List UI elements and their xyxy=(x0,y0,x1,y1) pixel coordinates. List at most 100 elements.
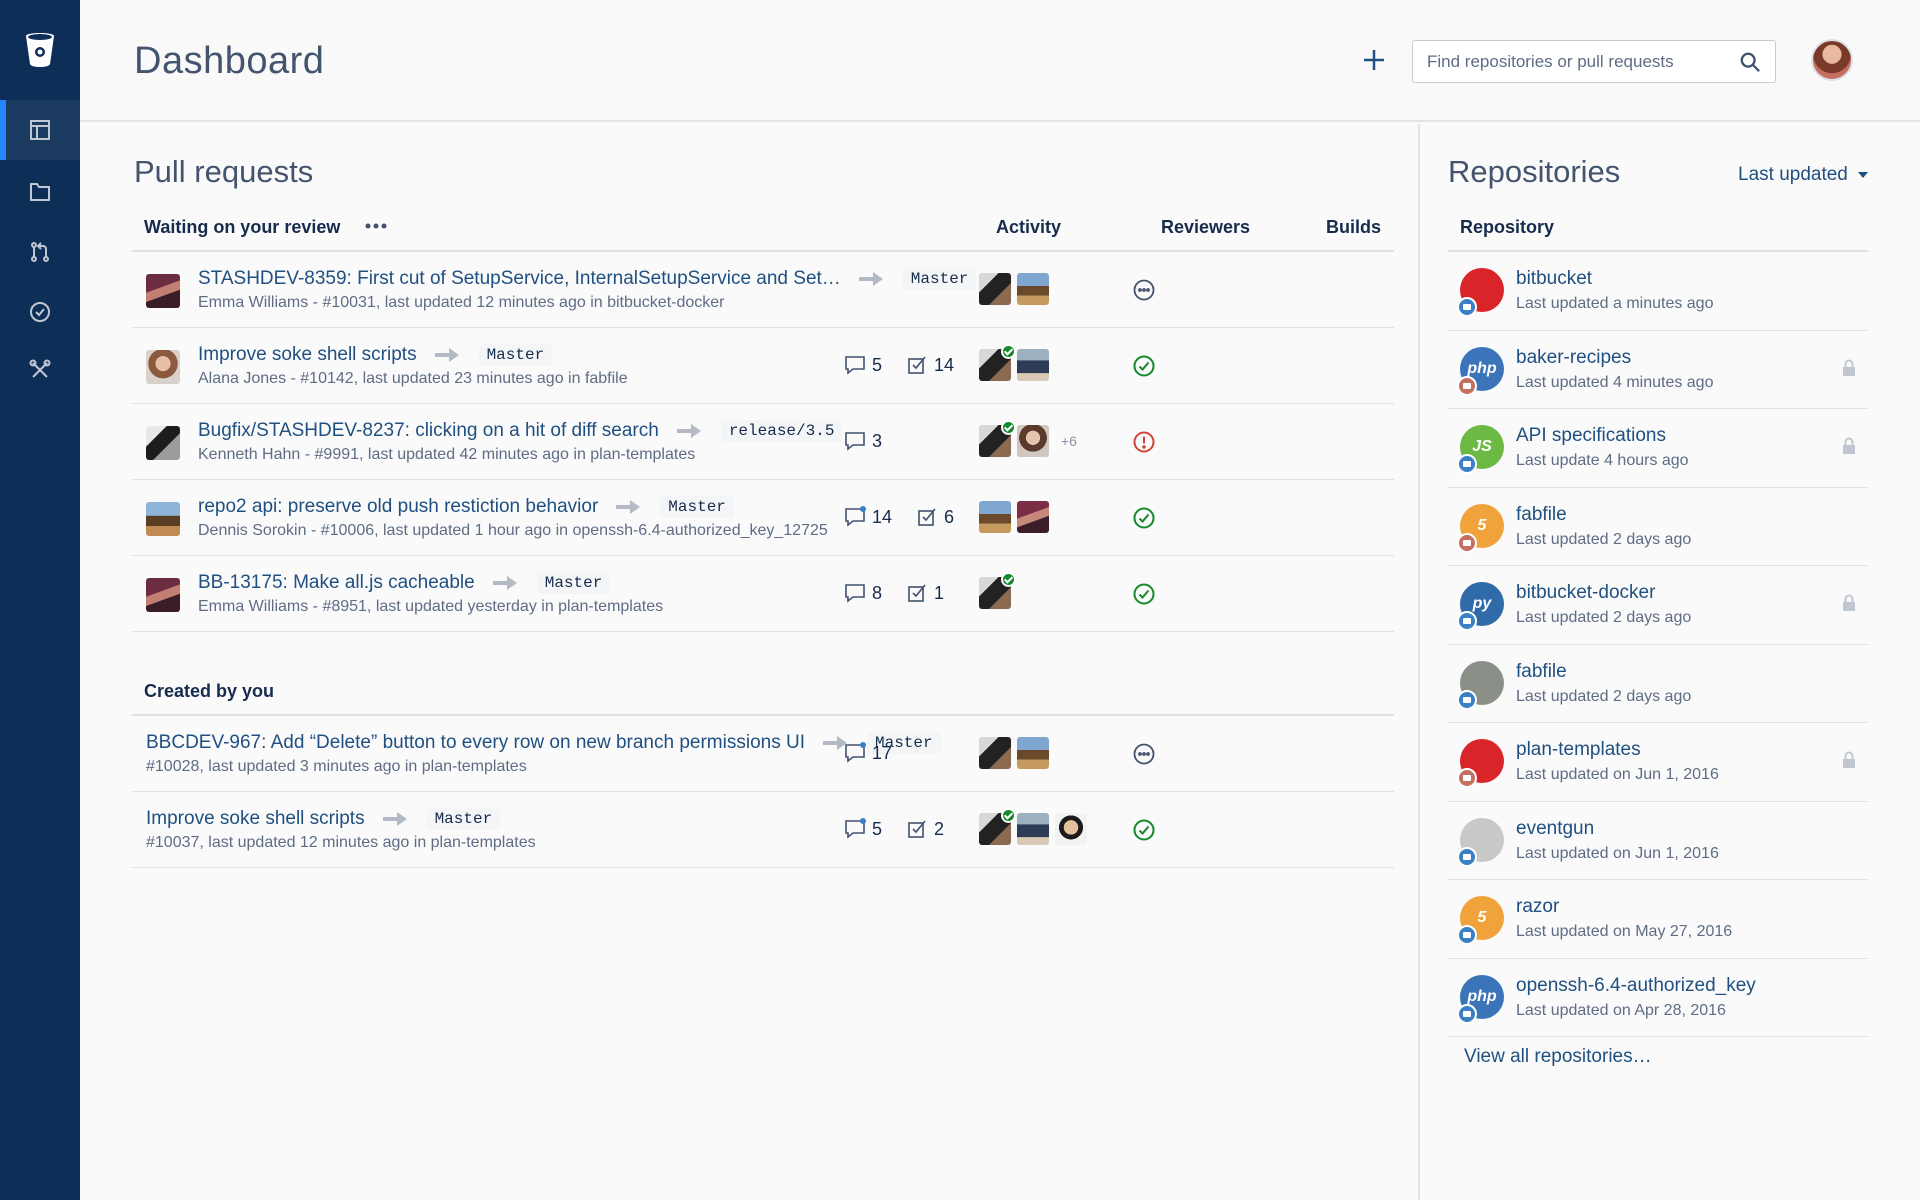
project-badge-icon xyxy=(1457,454,1477,474)
build-success-icon[interactable] xyxy=(1132,818,1156,842)
waiting-review-label: Waiting on your review xyxy=(144,217,341,237)
main-content: Pull requests Waiting on your review Act… xyxy=(80,124,1418,1200)
build-pending-icon[interactable] xyxy=(1132,278,1156,302)
repository-name[interactable]: API specifications xyxy=(1516,425,1666,447)
repository-name[interactable]: bitbucket xyxy=(1516,268,1592,290)
build-success-icon[interactable] xyxy=(1132,582,1156,606)
task-icon xyxy=(908,584,926,602)
repository-name[interactable]: fabfile xyxy=(1516,661,1567,683)
lock-icon xyxy=(1843,594,1855,611)
reviewer-avatar xyxy=(979,344,1016,381)
pull-request-row[interactable]: BB-13175: Make all.js cacheable Master E… xyxy=(132,556,1394,632)
user-avatar[interactable] xyxy=(1811,39,1853,81)
pull-request-row[interactable]: Improve soke shell scripts Master Alana … xyxy=(132,328,1394,404)
repository-updated: Last updated on Apr 28, 2016 xyxy=(1516,1001,1726,1019)
pull-request-title[interactable]: repo2 api: preserve old push restiction … xyxy=(198,496,598,518)
nav-tasks[interactable] xyxy=(0,282,80,342)
waiting-review-header: Waiting on your review Activity Reviewer… xyxy=(132,210,1394,252)
search-icon[interactable] xyxy=(1739,51,1761,73)
repository-row[interactable]: 5 razor Last updated on May 27, 2016 xyxy=(1448,880,1868,959)
repository-name[interactable]: fabfile xyxy=(1516,504,1567,526)
approved-check-icon xyxy=(1001,808,1016,823)
repository-name[interactable]: plan-templates xyxy=(1516,739,1641,761)
repository-name[interactable]: eventgun xyxy=(1516,818,1594,840)
created-by-you-header: Created by you xyxy=(132,674,1394,716)
nav-pull-requests[interactable] xyxy=(0,222,80,282)
repository-name[interactable]: bitbucket-docker xyxy=(1516,582,1655,604)
approved-check-icon xyxy=(1001,344,1016,359)
search-input[interactable] xyxy=(1427,41,1727,82)
nav-repositories[interactable] xyxy=(0,162,80,222)
build-success-icon[interactable] xyxy=(1132,354,1156,378)
build-pending-icon[interactable] xyxy=(1132,742,1156,766)
repository-row[interactable]: py bitbucket-docker Last updated 2 days ag… xyxy=(1448,566,1868,645)
repository-updated: Last updated on Jun 1, 2016 xyxy=(1516,844,1719,862)
pull-request-title[interactable]: Bugfix/STASHDEV-8237: clicking on a hit … xyxy=(198,420,659,442)
repository-row[interactable]: php openssh-6.4-authorized_key Last update… xyxy=(1448,959,1868,1037)
nav-dashboard[interactable] xyxy=(0,100,80,160)
reviewer-avatar xyxy=(1017,349,1049,381)
build-failed-icon[interactable] xyxy=(1132,430,1156,454)
pull-request-title[interactable]: Improve soke shell scripts xyxy=(146,808,365,830)
pull-request-title[interactable]: BBCDEV-967: Add “Delete” button to every… xyxy=(146,732,805,754)
activity-summary: 5 2 xyxy=(844,818,962,840)
task-count: 2 xyxy=(934,818,945,839)
pull-request-title[interactable]: BB-13175: Make all.js cacheable xyxy=(198,572,475,594)
reviewer-avatar xyxy=(1017,273,1049,305)
create-button[interactable] xyxy=(1358,44,1390,76)
reviewer-avatar xyxy=(979,572,1016,609)
repository-row[interactable]: php baker-recipes Last updated 4 minutes a… xyxy=(1448,331,1868,409)
task-count: 1 xyxy=(934,582,945,603)
pull-request-title[interactable]: STASHDEV-8359: First cut of SetupService… xyxy=(198,268,841,290)
owner-avatar xyxy=(1457,768,1477,788)
more-reviewers-count[interactable]: +6 xyxy=(1061,433,1077,449)
bitbucket-logo-icon[interactable] xyxy=(22,30,58,70)
pull-requests-title: Pull requests xyxy=(134,154,314,189)
nav-tools[interactable] xyxy=(0,340,80,400)
sort-dropdown[interactable]: Last updated xyxy=(1738,164,1868,186)
comment-count: 3 xyxy=(872,430,883,451)
repository-row[interactable]: fabfile Last updated 2 days ago xyxy=(1448,645,1868,723)
pull-request-row[interactable]: STASHDEV-8359: First cut of SetupService… xyxy=(132,252,1394,328)
reviewer-list xyxy=(979,737,1049,769)
build-success-icon[interactable] xyxy=(1132,506,1156,530)
created-by-you-table: Created by you BBCDEV-967: Add “Delete” … xyxy=(132,674,1394,868)
repository-row[interactable]: JS API specifications Last update 4 hours … xyxy=(1448,409,1868,488)
repository-row[interactable]: bitbucket Last updated a minutes ago xyxy=(1448,252,1868,331)
plus-icon xyxy=(1364,50,1384,70)
repository-updated: Last updated 2 days ago xyxy=(1516,530,1692,548)
target-branch: release/3.5 xyxy=(720,420,843,442)
tools-icon xyxy=(29,359,51,378)
activity-summary: 14 6 xyxy=(844,506,972,528)
repository-updated: Last update 4 hours ago xyxy=(1516,452,1689,469)
more-options-icon[interactable] xyxy=(362,218,390,234)
repository-row[interactable]: 5 fabfile Last updated 2 days ago xyxy=(1448,488,1868,566)
target-branch: Master xyxy=(902,268,977,290)
repository-list: Repository bitbucket Last updated a minut… xyxy=(1448,210,1868,1037)
lock-icon xyxy=(1843,359,1855,376)
view-all-repositories-link[interactable]: View all repositories… xyxy=(1464,1046,1652,1068)
pull-request-row[interactable]: Bugfix/STASHDEV-8237: clicking on a hit … xyxy=(132,404,1394,480)
author-avatar xyxy=(146,350,180,384)
repository-row[interactable]: plan-templates Last updated on Jun 1, 201… xyxy=(1448,723,1868,802)
repository-name[interactable]: openssh-6.4-authorized_key xyxy=(1516,975,1756,997)
pull-request-row[interactable]: repo2 api: preserve old push restiction … xyxy=(132,480,1394,556)
pull-request-row[interactable]: BBCDEV-967: Add “Delete” button to every… xyxy=(132,716,1394,792)
repository-row[interactable]: eventgun Last updated on Jun 1, 2016 xyxy=(1448,802,1868,880)
search-box[interactable] xyxy=(1412,40,1776,83)
repository-name[interactable]: baker-recipes xyxy=(1516,347,1631,369)
folder-icon xyxy=(30,183,50,201)
created-by-you-label: Created by you xyxy=(144,681,275,701)
pull-request-title[interactable]: Improve soke shell scripts xyxy=(198,344,417,366)
repository-name[interactable]: razor xyxy=(1516,896,1559,918)
reviewer-list: +6 xyxy=(979,420,1077,457)
sort-label: Last updated xyxy=(1738,164,1848,185)
project-badge-icon xyxy=(1457,1003,1477,1024)
repository-updated: Last updated 2 days ago xyxy=(1516,609,1692,626)
pull-request-row[interactable]: Improve soke shell scripts Master #10037… xyxy=(132,792,1394,868)
pull-request-icon xyxy=(31,242,49,262)
reviewer-avatar xyxy=(1017,501,1049,533)
author-avatar xyxy=(146,578,180,612)
task-icon xyxy=(908,356,926,374)
comment-count: 8 xyxy=(872,582,883,603)
